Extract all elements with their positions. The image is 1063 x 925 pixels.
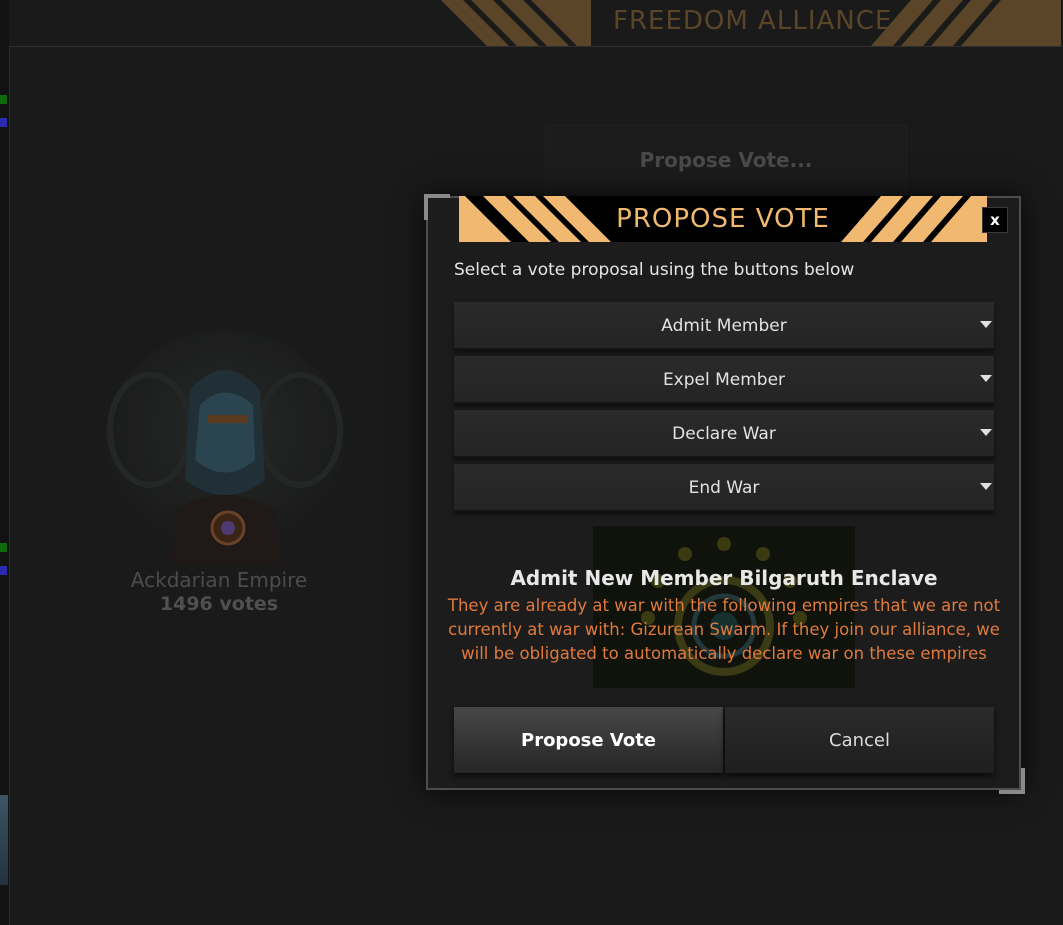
- proposal-warning: They are already at war with the followi…: [447, 596, 1001, 663]
- proposal-title: Admit New Member Bilgaruth Enclave: [510, 566, 938, 590]
- dialog-resize-corner[interactable]: [999, 768, 1025, 794]
- header-stripes-right: [871, 0, 1061, 46]
- admit-member-dropdown[interactable]: Admit Member: [454, 302, 994, 350]
- empire-votes: 1496 votes: [159, 593, 279, 615]
- status-mark-blue: [0, 566, 7, 575]
- status-mark-green: [0, 543, 7, 552]
- header-stripes-left: [441, 0, 591, 46]
- side-panel-edge: [0, 0, 10, 925]
- dialog-header: PROPOSE VOTE: [459, 196, 987, 242]
- chevron-down-icon: [980, 375, 992, 382]
- alliance-header: FREEDOM ALLIANCE: [9, 0, 1063, 47]
- side-thumbnail: [0, 795, 8, 885]
- propose-vote-hint-label: Propose Vote...: [639, 148, 813, 172]
- chevron-down-icon: [980, 429, 992, 436]
- propose-vote-hint: Propose Vote...: [545, 125, 907, 207]
- chevron-down-icon: [980, 321, 992, 328]
- status-mark-green: [0, 95, 7, 104]
- declare-war-dropdown[interactable]: Declare War: [454, 410, 994, 458]
- empire-portrait: [95, 320, 355, 575]
- dropdown-label: End War: [688, 478, 760, 498]
- empire-name: Ackdarian Empire: [130, 568, 308, 592]
- cancel-button[interactable]: Cancel: [725, 707, 994, 773]
- dropdown-label: Declare War: [672, 424, 776, 444]
- dropdown-label: Admit Member: [661, 316, 787, 336]
- propose-vote-button[interactable]: Propose Vote: [454, 707, 723, 773]
- expel-member-dropdown[interactable]: Expel Member: [454, 356, 994, 404]
- dialog-instruction: Select a vote proposal using the buttons…: [454, 260, 855, 280]
- end-war-dropdown[interactable]: End War: [454, 464, 994, 512]
- alliance-title: FREEDOM ALLIANCE: [613, 6, 893, 36]
- dialog-corner-top-left: [424, 194, 450, 220]
- chevron-down-icon: [980, 483, 992, 490]
- status-mark-blue: [0, 118, 7, 127]
- dropdown-label: Expel Member: [662, 370, 786, 390]
- close-button[interactable]: x: [982, 207, 1008, 233]
- dialog-stripes-right: [841, 196, 987, 242]
